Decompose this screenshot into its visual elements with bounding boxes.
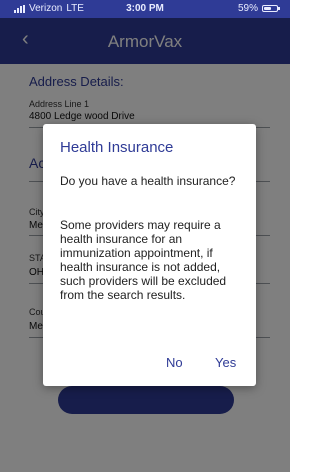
- dialog-title: Health Insurance: [60, 139, 174, 156]
- no-button[interactable]: No: [166, 355, 183, 370]
- health-insurance-dialog: Health Insurance Do you have a health in…: [43, 124, 256, 386]
- battery-info: 59%: [237, 3, 280, 14]
- yes-button[interactable]: Yes: [215, 355, 236, 370]
- battery-icon: [262, 5, 280, 12]
- battery-percent: 59%: [237, 3, 258, 14]
- status-bar: Verizon LTE 3:00 PM 59%: [0, 0, 290, 18]
- dialog-body: Some providers may require a health insu…: [60, 218, 227, 302]
- dialog-question: Do you have a health insurance?: [60, 174, 236, 188]
